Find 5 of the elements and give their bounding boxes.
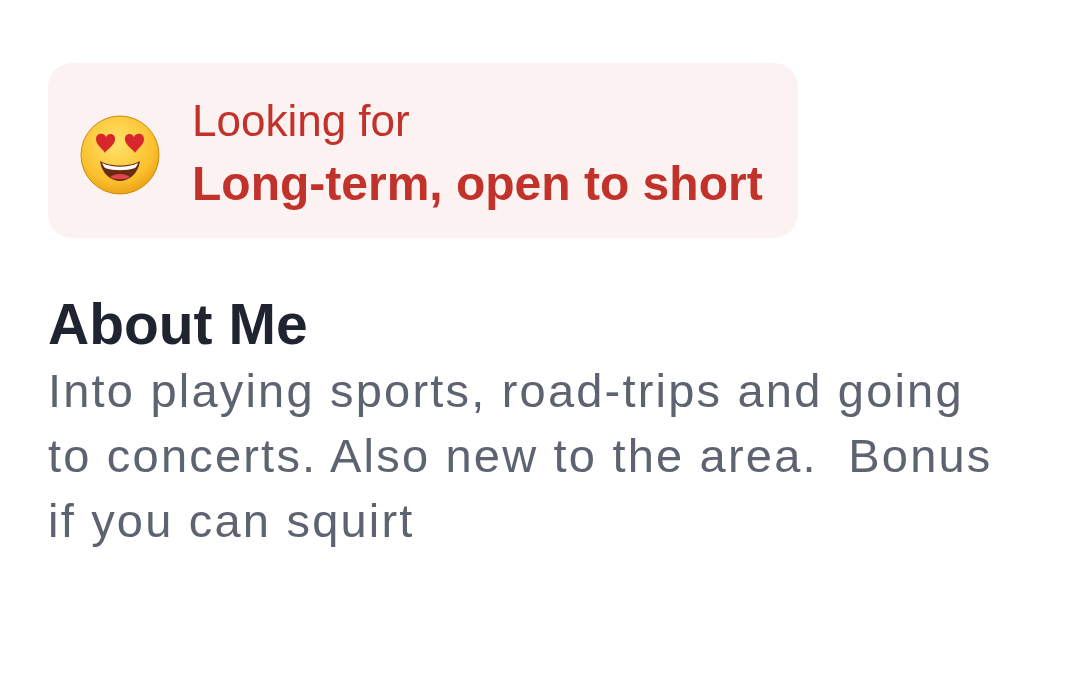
looking-for-value: Long-term, open to short (192, 155, 763, 212)
heart-eyes-face-icon (80, 114, 160, 195)
looking-for-label: Looking for (192, 96, 411, 147)
about-me-text: Into playing sports, road-trips and going to concerts. Also new to the area. Bonus if you can squirt (48, 363, 994, 550)
section-heading: About Me (48, 291, 309, 358)
